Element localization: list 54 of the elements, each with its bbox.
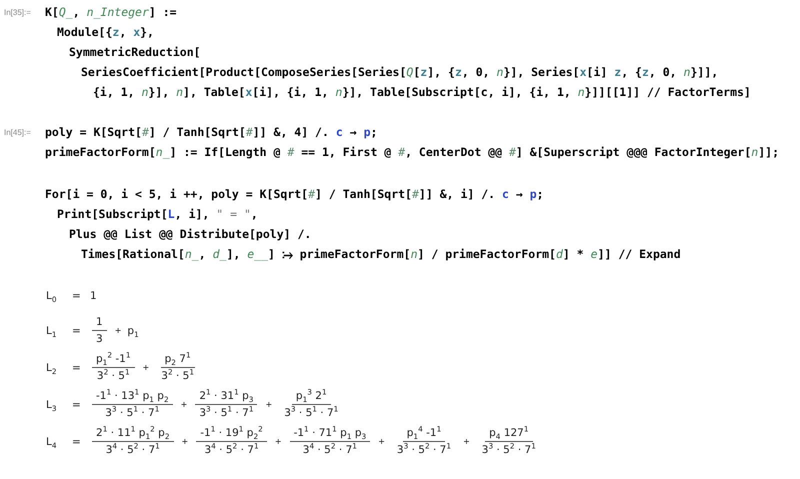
plus-sign: +	[266, 400, 272, 409]
denominator: 3	[95, 332, 104, 345]
code-line: {i, 1, n}], n], Table[x[i], {i, 1, n}], Table[Subscript[c, i], {i, 1, n}]][[1]] // FactorTerms]	[93, 84, 751, 101]
numerator: 2$^{1}$ · 11$^{1}$ p$_{1}$$^{2}$ p$_{2}$	[92, 427, 174, 442]
math-term: 1	[90, 290, 97, 302]
numerator: p$_{1}$$^{3}$ 2$^{1}$	[292, 390, 331, 405]
denominator: 3$^{4}$ · 5$^{2}$ · 7$^{1}$	[104, 442, 161, 456]
equals-sign: =	[72, 436, 82, 448]
denominator: 3$^{3}$ · 5$^{1}$ · 7$^{1}$	[198, 405, 254, 419]
plus-sign: +	[463, 437, 470, 446]
plus-sign: +	[182, 437, 188, 446]
output-label: L$_{0}$	[46, 290, 58, 302]
input-label: In[45]:=	[4, 127, 32, 137]
denominator: 3$^{2}$ · 5$^{1}$	[96, 368, 131, 382]
denominator: 3$^{3}$ · 5$^{1}$ · 7$^{1}$	[283, 405, 340, 419]
equals-sign: =	[72, 398, 82, 410]
equals-sign: =	[72, 290, 82, 302]
numerator: 2$^{1}$ · 31$^{1}$ p$_{3}$	[195, 390, 258, 405]
numerator: -1$^{1}$ · 13$^{1}$ p$_{1}$ p$_{2}$	[92, 390, 173, 405]
equals-sign: =	[72, 324, 82, 336]
code-line: K[Q_, n_Integer] :=	[45, 4, 178, 21]
input-label: In[35]:=	[4, 7, 32, 17]
numerator: p$_{4}$ 127$^{1}$	[485, 427, 533, 442]
output-label: L$_{2}$	[46, 362, 58, 374]
denominator: 3$^{4}$ · 5$^{2}$ · 7$^{1}$	[302, 442, 358, 456]
numerator: 1	[92, 316, 107, 331]
output-label: L$_{3}$	[46, 398, 58, 410]
code-line: Module[{z, x},	[57, 24, 155, 41]
numerator: -1$^{1}$ · 71$^{1}$ p$_{1}$ p$_{3}$	[290, 427, 370, 442]
math-term: p$_{1}$	[127, 324, 139, 336]
code-line: Print[Subscript[L, i], " = ",	[57, 206, 259, 223]
equals-sign: =	[72, 362, 82, 374]
numerator: p$_{2}$ 7$^{1}$	[160, 353, 195, 368]
plus-sign: +	[274, 437, 282, 446]
denominator: 3$^{3}$ · 5$^{2}$ · 7$^{1}$	[480, 442, 537, 456]
output-label: L$_{1}$	[46, 324, 58, 336]
code-line: poly = K[Sqrt[#] / Tanh[Sqrt[#]] &, 4] /. c → p;	[45, 124, 378, 141]
code-line: primeFactorForm[n_] := If[Length @ # == 1, First @ #, CenterDot @@ #] &[Superscript @@@ FactorInteger[n]];	[45, 144, 779, 161]
denominator: 3$^{4}$ · 5$^{2}$ · 7$^{1}$	[203, 442, 260, 456]
plus-sign: +	[180, 400, 188, 409]
denominator: 3$^{2}$ · 5$^{1}$	[160, 368, 196, 382]
output-label: L$_{4}$	[46, 436, 58, 448]
denominator: 3$^{3}$ · 5$^{1}$ · 7$^{1}$	[104, 405, 160, 419]
numerator: p$_{1}$$^{4}$ -1$^{1}$	[402, 427, 446, 442]
code-line: SeriesCoefficient[Product[ComposeSeries[Series[Q[z], {z, 0, n}], Series[x[i] z, {z, 0, n}]],	[81, 64, 720, 81]
denominator: 3$^{3}$ · 5$^{2}$ · 7$^{1}$	[396, 442, 452, 456]
code-line: Times[Rational[n_, d_], e__] ⧴ primeFactorForm[n] / primeFactorForm[d] * e]] // Expand	[81, 246, 682, 263]
plus-sign: +	[142, 363, 150, 372]
code-line: Plus @@ List @@ Distribute[poly] /.	[69, 226, 312, 243]
code-line: For[i = 0, i < 5, i ++, poly = K[Sqrt[#] / Tanh[Sqrt[#]] &, i] /. c → p;	[45, 186, 545, 203]
numerator: p$_{1}$$^{2}$ -1$^{1}$	[92, 353, 135, 368]
code-line: SymmetricReduction[	[69, 44, 202, 61]
plus-sign: +	[378, 437, 385, 446]
plus-sign: +	[114, 326, 122, 335]
